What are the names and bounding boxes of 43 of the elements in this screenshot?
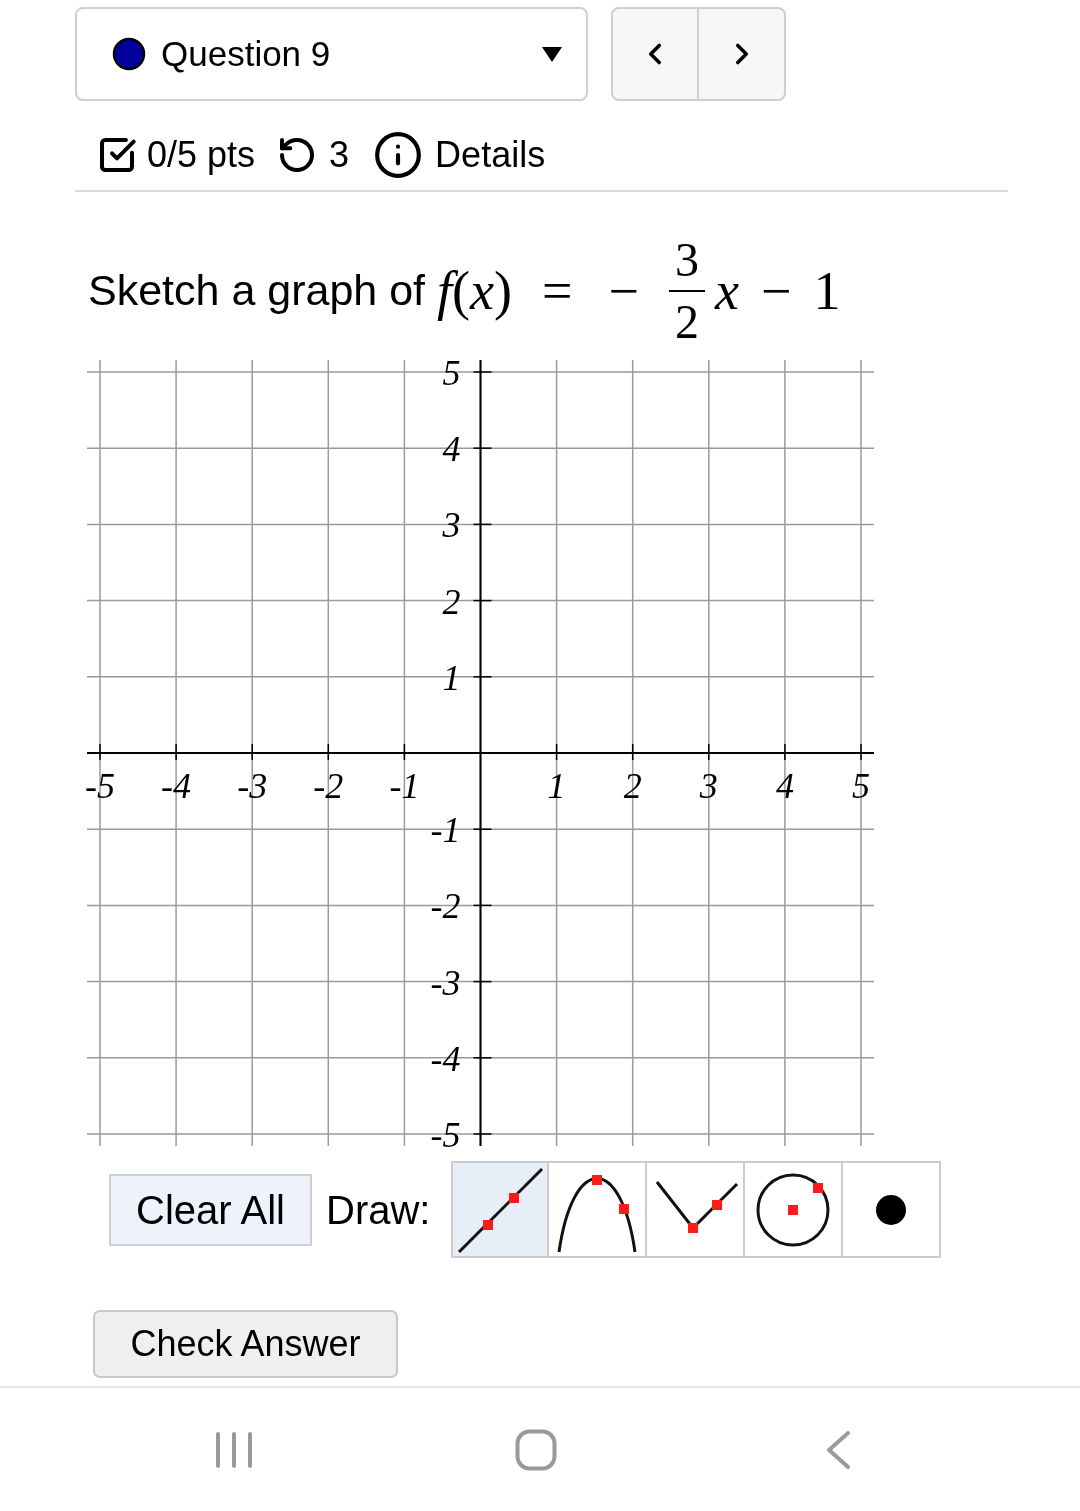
clear-all-button[interactable]: Clear All bbox=[109, 1173, 312, 1246]
x-tick-label: -3 bbox=[237, 766, 268, 806]
y-tick-label: -3 bbox=[430, 962, 461, 1003]
circle-tool-button[interactable] bbox=[745, 1161, 844, 1258]
line-tool-button[interactable] bbox=[451, 1161, 550, 1258]
y-tick-label: 4 bbox=[442, 429, 461, 470]
y-tick-label: -5 bbox=[430, 1115, 461, 1150]
attempts-count: 3 bbox=[329, 132, 350, 177]
x-tick-label: 3 bbox=[699, 766, 718, 806]
y-tick-label: -2 bbox=[430, 886, 461, 927]
dropdown-caret-icon bbox=[542, 46, 562, 62]
point-tool-icon bbox=[875, 1193, 908, 1226]
x-tick-label: 1 bbox=[547, 766, 566, 806]
circle-tool-icon bbox=[755, 1171, 832, 1248]
question-prompt: Sketch a graph of bbox=[88, 265, 426, 317]
y-tick-label: 1 bbox=[442, 657, 461, 698]
recent-apps-icon[interactable] bbox=[215, 1430, 253, 1469]
v-shape-tool-button[interactable] bbox=[647, 1161, 746, 1258]
x-tick-label: 5 bbox=[852, 766, 870, 806]
score-text: 0/5 pts bbox=[147, 132, 256, 177]
x-tick-label: 4 bbox=[775, 766, 794, 806]
coordinate-plane[interactable]: -5 -4 -3 -2 -1 1 2 3 4 5 -5 -4 -3 -2 -1 1 2 3 4 5 bbox=[80, 355, 880, 1150]
x-tick-label: -2 bbox=[313, 766, 344, 806]
point-tool-button[interactable] bbox=[843, 1161, 942, 1258]
status-dot-icon bbox=[112, 37, 146, 71]
line-tool-icon bbox=[456, 1165, 545, 1254]
y-tick-label: 3 bbox=[442, 505, 461, 546]
y-tick-label: -4 bbox=[430, 1038, 461, 1079]
info-icon bbox=[373, 129, 424, 180]
details-button[interactable]: Details bbox=[373, 127, 546, 182]
y-tick-label: -1 bbox=[430, 810, 461, 851]
x-tick-label: -4 bbox=[161, 766, 192, 806]
check-answer-button[interactable]: Check Answer bbox=[93, 1310, 398, 1378]
y-tick-label: 2 bbox=[442, 581, 461, 622]
parabola-tool-button[interactable] bbox=[549, 1161, 648, 1258]
x-tick-label: -5 bbox=[85, 766, 115, 806]
question-select[interactable]: Question 9 bbox=[75, 7, 588, 101]
x-tick-label: -1 bbox=[389, 766, 420, 806]
home-icon[interactable] bbox=[515, 1428, 557, 1471]
y-tick-label: 5 bbox=[442, 355, 461, 393]
x-tick-label: 2 bbox=[623, 766, 642, 806]
draw-label: Draw: bbox=[326, 1186, 431, 1234]
back-icon[interactable] bbox=[825, 1429, 851, 1470]
